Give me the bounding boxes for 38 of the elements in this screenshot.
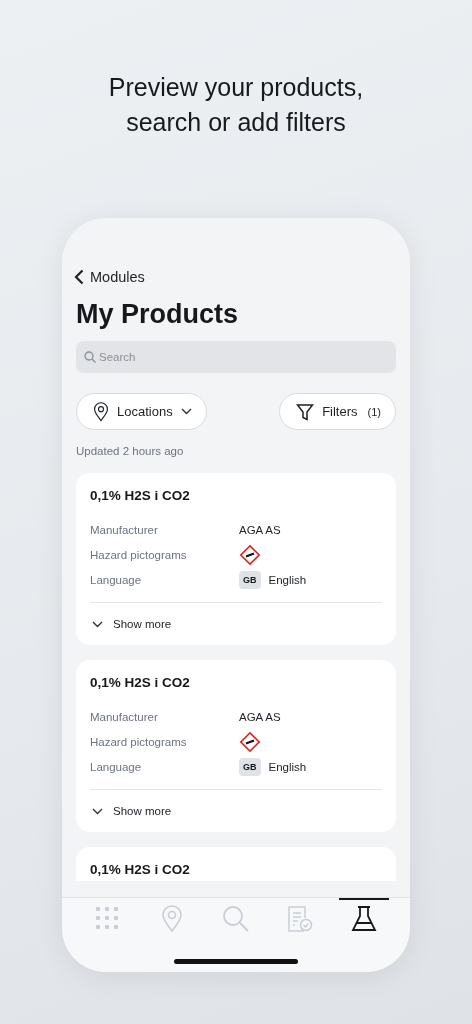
locations-dropdown[interactable]: Locations: [76, 393, 207, 430]
filter-icon: [296, 402, 315, 421]
updated-time: Updated 2 hours ago: [76, 445, 185, 457]
product-card[interactable]: 0,1% H2S i CO2: [76, 847, 396, 881]
field-value: English: [268, 760, 307, 773]
field-label: Language: [90, 760, 143, 773]
field-label: Manufacturer: [90, 710, 159, 723]
back-link[interactable]: Modules: [68, 268, 151, 286]
product-name: 0,1% H2S i CO2: [90, 862, 191, 877]
language-code-badge: GB: [239, 757, 261, 776]
product-card[interactable]: 0,1% H2S i CO2 Manufacturer AGA AS Hazard pictograms Language GB English Show more: [76, 660, 396, 832]
page-title: My Products: [76, 299, 240, 330]
headline: Preview your products, search or add filters: [107, 72, 365, 138]
field-label: Manufacturer: [90, 523, 159, 536]
product-name: 0,1% H2S i CO2: [90, 488, 191, 503]
field-value: AGA AS: [239, 523, 281, 536]
chevron-down-icon: [92, 620, 103, 628]
chevron-left-icon: [74, 269, 84, 285]
chevron-down-icon: [92, 807, 103, 815]
field-label: Language: [90, 573, 143, 586]
field-value: AGA AS: [239, 710, 281, 723]
product-name: 0,1% H2S i CO2: [90, 675, 191, 690]
chevron-down-icon: [180, 408, 192, 415]
product-card[interactable]: 0,1% H2S i CO2 Manufacturer AGA AS Hazard pictograms Language GB English Show more: [76, 473, 396, 645]
document-check-icon: [287, 905, 313, 933]
location-pin-icon: [161, 905, 183, 933]
search-field[interactable]: Search: [76, 341, 396, 373]
flask-icon: [351, 905, 377, 933]
language-code-badge: GB: [239, 570, 261, 589]
field-value: English: [268, 573, 307, 586]
location-pin-icon: [93, 401, 109, 422]
filters-button[interactable]: Filters (1): [279, 393, 396, 430]
show-more-button[interactable]: Show more: [90, 602, 382, 645]
show-more-button[interactable]: Show more: [90, 789, 382, 832]
grid-icon: [96, 907, 120, 931]
search-icon: [222, 905, 250, 933]
field-label: Hazard pictograms: [90, 735, 188, 748]
field-label: Hazard pictograms: [90, 548, 188, 561]
